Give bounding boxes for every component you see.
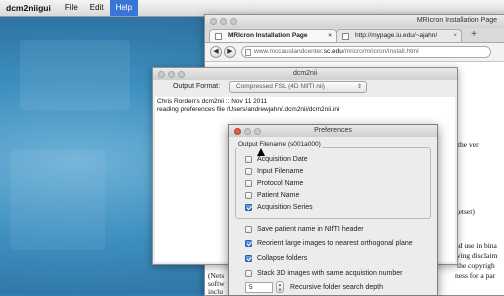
checkbox-icon xyxy=(245,168,252,175)
checkbox-label: Collapse folders xyxy=(257,255,308,262)
close-tab-icon[interactable]: × xyxy=(328,30,332,42)
checked-checkbox-icon xyxy=(245,240,252,247)
checkbox-label: Acquisition Date xyxy=(257,156,308,163)
checkbox-icon xyxy=(245,226,252,233)
checkbox-icon xyxy=(245,192,252,199)
checkbox-icon xyxy=(245,156,252,163)
checkbox-protocol-name[interactable]: Protocol Name xyxy=(245,180,303,187)
checkbox-icon xyxy=(245,180,252,187)
tab-mricron-installation[interactable]: MRIcron Installation Page × xyxy=(209,29,337,42)
checkbox-label: Save patient name in NIfTI header xyxy=(257,226,364,233)
forward-button[interactable]: ▶ xyxy=(224,46,236,58)
page-text: ness for a par xyxy=(455,271,496,280)
checked-checkbox-icon xyxy=(245,255,252,262)
checkbox-label: Stack 3D images with same acquistion num… xyxy=(257,270,403,277)
log-line: Chris Rorden's dcm2nii :: Nov 11 2011 xyxy=(157,98,268,105)
close-tab-icon[interactable]: × xyxy=(453,30,457,42)
dcm2nii-window-title: dcm2nii xyxy=(292,70,318,77)
checkbox-patient-name[interactable]: Patient Name xyxy=(245,192,299,199)
zoom-button[interactable] xyxy=(254,127,261,135)
window-controls xyxy=(234,127,261,135)
url-prefix: www.mccauslandcenter. xyxy=(254,48,324,55)
close-button[interactable] xyxy=(234,127,241,135)
url-suffix: /mricro/mricron/install.html xyxy=(342,48,419,55)
recursive-depth-label: Recursive folder search depth xyxy=(290,284,383,291)
output-filename-group-title: Output Filename (s001a000) xyxy=(237,141,322,148)
checkbox-label: Reorient large images to nearest orthogo… xyxy=(257,240,413,247)
desktop-panel xyxy=(20,40,130,110)
browser-window-title: MRIcron Installation Page xyxy=(416,17,497,24)
tab-label: MRIcron Installation Page xyxy=(228,32,308,39)
window-controls xyxy=(210,18,237,25)
app-name-menu[interactable]: dcm2niigui xyxy=(0,3,59,13)
checkbox-icon xyxy=(245,270,252,277)
checked-checkbox-icon xyxy=(245,204,252,211)
menu-edit[interactable]: Edit xyxy=(84,0,110,16)
tab-label: http://mypage.iu.edu/~ajahn/ xyxy=(355,32,438,39)
preferences-titlebar[interactable]: Preferences xyxy=(229,125,437,137)
tab-mypage[interactable]: http://mypage.iu.edu/~ajahn/ × xyxy=(336,29,462,42)
url-domain: sc.edu xyxy=(323,48,343,55)
menu-help[interactable]: Help xyxy=(109,0,139,16)
chevron-updown-icon: ⇕ xyxy=(356,84,362,90)
page-icon xyxy=(215,33,222,40)
checkbox-acquisition-date[interactable]: Acquisition Date xyxy=(245,156,308,163)
page-text: inclu xyxy=(208,287,223,296)
page-icon xyxy=(245,49,251,56)
output-format-label: Output Format: xyxy=(173,83,221,90)
minimize-button[interactable] xyxy=(168,70,175,78)
page-icon xyxy=(342,33,349,40)
page-text: wing disclaim xyxy=(455,251,498,260)
back-button[interactable]: ◀ xyxy=(210,46,222,58)
page-text: the copyrigh xyxy=(457,261,495,270)
desktop-panel xyxy=(10,150,105,250)
new-tab-button[interactable]: + xyxy=(463,29,485,41)
preferences-title: Preferences xyxy=(314,127,352,134)
minimize-button[interactable] xyxy=(220,18,227,25)
output-format-select[interactable]: Compressed FSL (4D NIfTI nii) ⇕ xyxy=(229,81,367,93)
browser-titlebar[interactable]: MRIcron Installation Page xyxy=(205,15,504,28)
zoom-button[interactable] xyxy=(230,18,237,25)
checkbox-stack-3d-images[interactable]: Stack 3D images with same acquistion num… xyxy=(245,270,403,277)
close-button[interactable] xyxy=(210,18,217,25)
checkbox-acquisition-series[interactable]: Acquisition Series xyxy=(245,204,313,211)
recursive-depth-input[interactable]: 5 xyxy=(245,282,273,293)
checkbox-label: Patient Name xyxy=(257,192,300,199)
mouse-cursor-icon xyxy=(257,148,265,156)
window-controls xyxy=(158,70,185,78)
browser-toolbar: ◀ ▶ www.mccauslandcenter.sc.edu/mricro/m… xyxy=(205,43,504,62)
checkbox-save-patient-name[interactable]: Save patient name in NIfTI header xyxy=(245,226,364,233)
checkbox-input-filename[interactable]: Input Filename xyxy=(245,168,303,175)
dcm2nii-titlebar[interactable]: dcm2nii xyxy=(153,68,457,80)
checkbox-label: Input Filename xyxy=(257,168,304,175)
page-text: nd use in bina xyxy=(455,241,497,250)
log-line: reading preferences file /Users/andrewja… xyxy=(157,106,340,113)
checkbox-label: Protocol Name xyxy=(257,180,304,187)
minimize-button[interactable] xyxy=(244,127,251,135)
close-button[interactable] xyxy=(158,70,165,78)
checkbox-label: Acquisition Series xyxy=(257,204,313,211)
output-format-value: Compressed FSL (4D NIfTI nii) xyxy=(236,83,325,90)
menu-file[interactable]: File xyxy=(59,0,84,16)
checkbox-collapse-folders[interactable]: Collapse folders xyxy=(245,255,307,262)
recursive-depth-stepper[interactable]: ▲ ▼ xyxy=(276,281,284,293)
checkbox-reorient-large-images[interactable]: Reorient large images to nearest orthogo… xyxy=(245,240,413,247)
zoom-button[interactable] xyxy=(178,70,185,78)
browser-tab-strip: MRIcron Installation Page × http://mypag… xyxy=(205,28,504,43)
address-bar[interactable]: www.mccauslandcenter.sc.edu/mricro/mricr… xyxy=(241,46,491,58)
